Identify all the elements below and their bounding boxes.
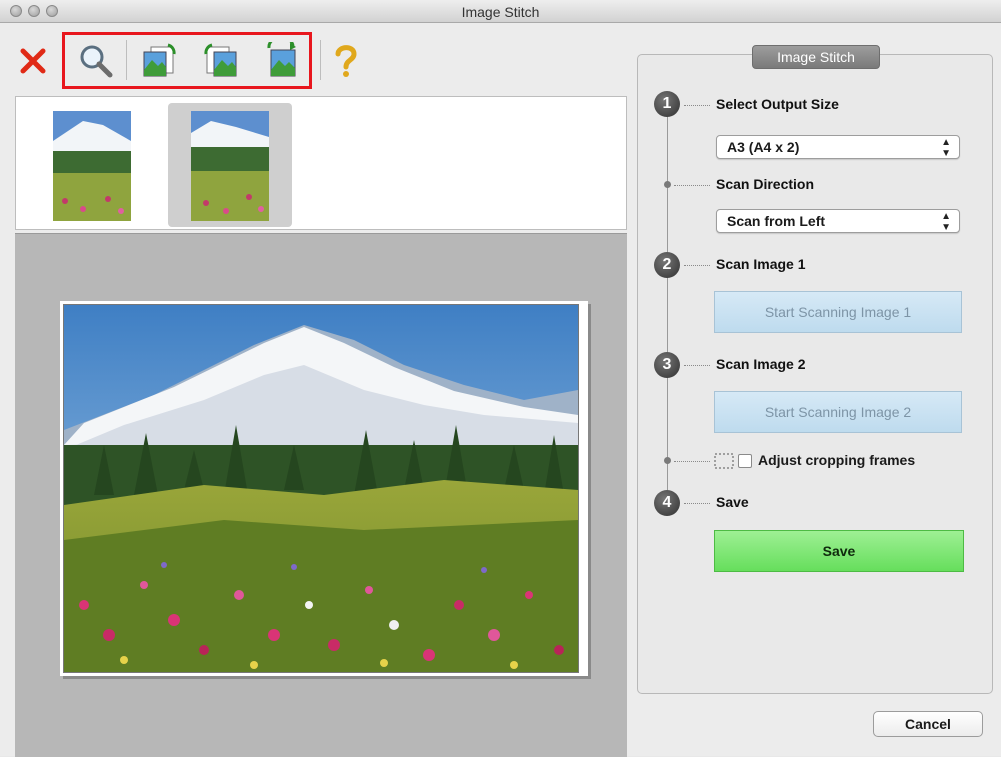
step-2-label: Scan Image 1	[716, 256, 806, 272]
dotted-leader	[684, 105, 710, 106]
magnifier-icon	[80, 45, 113, 78]
dotted-leader	[684, 503, 710, 504]
scan-direction-label: Scan Direction	[716, 176, 815, 192]
step-3-badge: 3	[654, 352, 680, 378]
thumbnail-image-1[interactable]	[53, 111, 131, 221]
enlarge-reduce-button[interactable]	[74, 39, 118, 83]
help-button[interactable]	[328, 39, 364, 83]
toolbar-separator	[126, 40, 127, 80]
toolbar-separator	[320, 40, 321, 80]
landscape-thumbnail-2	[191, 111, 269, 221]
step-1-label: Select Output Size	[716, 96, 839, 112]
step-2-badge: 2	[654, 252, 680, 278]
help-icon	[335, 45, 357, 77]
rotate-button[interactable]	[260, 39, 304, 83]
select-arrows-icon: ▲ ▼	[941, 211, 951, 233]
adjust-cropping-checkbox[interactable]	[738, 454, 752, 468]
mountain-meadow-image	[64, 305, 578, 672]
save-button[interactable]: Save	[714, 530, 964, 572]
step-1-badge: 1	[654, 91, 680, 117]
cancel-button[interactable]: Cancel	[873, 711, 983, 737]
dotted-leader	[674, 461, 710, 462]
start-scanning-image-2-button[interactable]: Start Scanning Image 2	[714, 391, 962, 433]
swap-right-button[interactable]	[199, 39, 243, 83]
step-3-label: Scan Image 2	[716, 356, 806, 372]
output-size-select[interactable]: A3 (A4 x 2) ▲ ▼	[716, 135, 960, 159]
preview-image-frame	[60, 301, 588, 676]
crop-frames-icon	[714, 453, 734, 469]
dotted-leader	[684, 365, 710, 366]
dotted-leader	[674, 185, 710, 186]
step-4-label: Save	[716, 494, 749, 510]
rotate-image-icon	[267, 42, 296, 77]
swap-left-image-icon	[143, 43, 176, 77]
thumbnail-strip	[15, 96, 627, 230]
output-size-value: A3 (A4 x 2)	[727, 139, 800, 155]
clear-button[interactable]	[14, 41, 52, 81]
thumbnail-image-2[interactable]	[191, 111, 269, 221]
window-title: Image Stitch	[461, 4, 540, 20]
swap-left-button[interactable]	[137, 39, 181, 83]
main-window: Image Stitch 1 Select Output Size A3 (A4…	[0, 23, 1001, 757]
close-icon	[20, 48, 46, 74]
step-4-badge: 4	[654, 490, 680, 516]
preview-image[interactable]	[63, 304, 579, 673]
preview-area	[15, 233, 627, 757]
scan-direction-value: Scan from Left	[727, 213, 826, 229]
start-scanning-image-1-button[interactable]: Start Scanning Image 1	[714, 291, 962, 333]
step-connector-line	[667, 105, 668, 503]
dotted-leader	[684, 265, 710, 266]
landscape-thumbnail-1	[53, 111, 131, 221]
adjust-cropping-label: Adjust cropping frames	[758, 452, 916, 468]
scan-direction-select[interactable]: Scan from Left ▲ ▼	[716, 209, 960, 233]
substep-dot	[664, 181, 671, 188]
substep-dot	[664, 457, 671, 464]
swap-right-image-icon	[204, 43, 237, 77]
select-arrows-icon: ▲ ▼	[941, 137, 951, 159]
panel-title: Image Stitch	[752, 45, 880, 69]
title-bar: Image Stitch	[0, 0, 1001, 23]
